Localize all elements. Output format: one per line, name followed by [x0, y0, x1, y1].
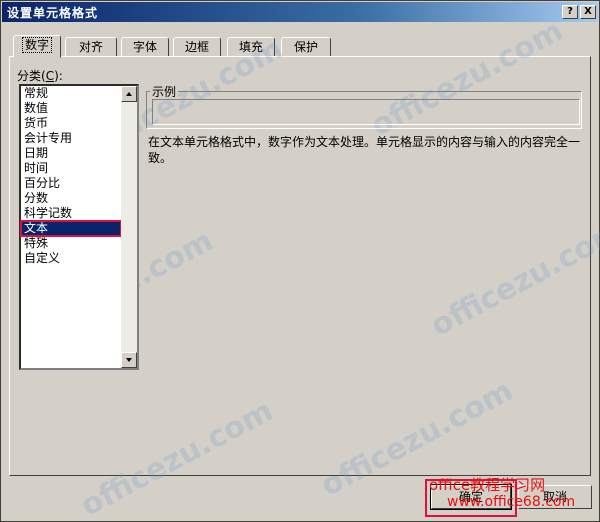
title-bar[interactable]: 设置单元格格式 ? X [2, 2, 598, 22]
tab-label: 保护 [293, 40, 318, 54]
category-listbox[interactable]: 常规 数值 货币 会计专用 日期 时间 百分比 分数 科学记数 文本 特殊 自定… [19, 84, 139, 370]
close-button[interactable]: X [580, 5, 596, 19]
list-item[interactable]: 会计专用 [21, 131, 121, 146]
list-item[interactable]: 常规 [21, 86, 121, 101]
category-label: 分类(C): [17, 69, 63, 83]
format-cells-dialog: 设置单元格格式 ? X 数字 对齐 字体 边框 填充 保护 officezu.c… [0, 0, 600, 522]
tab-alignment[interactable]: 对齐 [65, 37, 117, 57]
list-item[interactable]: 货币 [21, 116, 121, 131]
sample-preview [152, 99, 580, 125]
help-button[interactable]: ? [562, 5, 578, 19]
tab-label: 边框 [184, 40, 209, 54]
tab-border[interactable]: 边框 [173, 37, 221, 57]
tab-font[interactable]: 字体 [121, 37, 169, 57]
list-item[interactable]: 自定义 [21, 251, 121, 266]
format-description: 在文本单元格格式中，数字作为文本处理。单元格显示的内容与输入的内容完全一致。 [148, 135, 581, 165]
scroll-up-button[interactable] [121, 86, 137, 102]
tab-fill[interactable]: 填充 [227, 37, 275, 57]
tab-label: 填充 [238, 40, 263, 54]
list-item[interactable]: 科学记数 [21, 206, 121, 221]
list-item[interactable]: 特殊 [21, 236, 121, 251]
tab-label: 对齐 [78, 40, 103, 54]
list-item[interactable]: 时间 [21, 161, 121, 176]
watermark-site-url: www.office68.com [447, 494, 576, 510]
arrow-up-icon [126, 92, 132, 96]
list-item[interactable]: 分数 [21, 191, 121, 206]
tab-protection[interactable]: 保护 [281, 37, 331, 57]
list-item[interactable]: 日期 [21, 146, 121, 161]
tab-number[interactable]: 数字 [13, 35, 61, 58]
scroll-down-button[interactable] [121, 352, 137, 368]
vertical-scrollbar[interactable] [121, 86, 137, 368]
dialog-title: 设置单元格格式 [7, 6, 99, 20]
list-item[interactable]: 数值 [21, 101, 121, 116]
tab-label: 字体 [132, 40, 157, 54]
list-item-selected[interactable]: 文本 [20, 220, 122, 237]
sample-title: 示例 [150, 83, 179, 100]
tab-label: 数字 [21, 37, 52, 53]
category-list: 常规 数值 货币 会计专用 日期 时间 百分比 分数 科学记数 文本 特殊 自定… [20, 86, 122, 266]
watermark-site-name: office教程学习网 [429, 476, 546, 494]
list-item[interactable]: 百分比 [21, 176, 121, 191]
arrow-down-icon [126, 358, 132, 362]
